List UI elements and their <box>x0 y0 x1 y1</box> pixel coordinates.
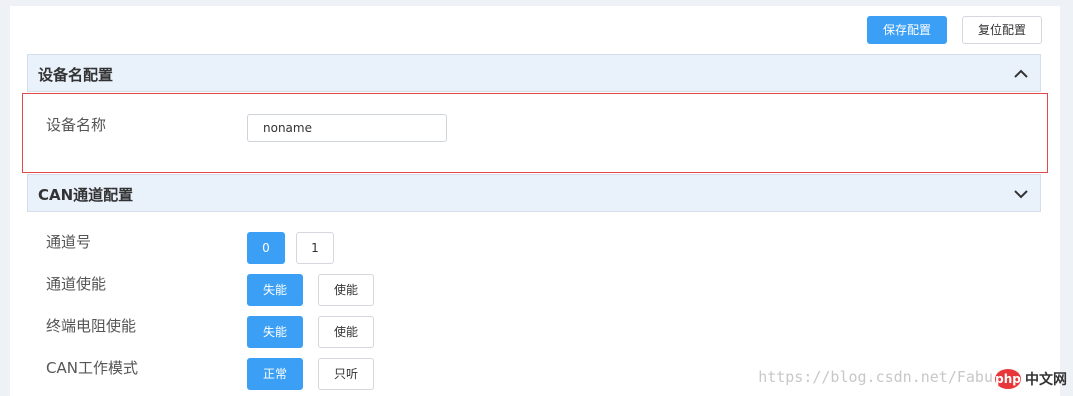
mode-listen-only-option[interactable]: 只听 <box>318 358 374 390</box>
save-config-button[interactable]: 保存配置 <box>867 16 947 44</box>
can-mode-label: CAN工作模式 <box>46 359 138 377</box>
channel-enable-label: 通道使能 <box>46 275 107 293</box>
channel-number-label: 通道号 <box>46 233 92 251</box>
channel-option-0[interactable]: 0 <box>247 232 285 264</box>
chevron-up-icon[interactable] <box>1012 65 1030 83</box>
chevron-down-icon[interactable] <box>1012 185 1030 203</box>
reset-config-button[interactable]: 复位配置 <box>962 16 1042 44</box>
logo-badge: php <box>995 369 1021 389</box>
config-panel: 保存配置 复位配置 设备名配置 设备名称 CAN通道配置 通道号 0 1 通道使… <box>10 6 1060 396</box>
termination-resistor-label: 终端电阻使能 <box>46 317 137 335</box>
highlight-annotation <box>22 93 1048 173</box>
watermark-text: https://blog.csdn.net/Fabu <box>758 368 993 386</box>
channel-enable-option[interactable]: 使能 <box>318 274 374 306</box>
can-channel-section-header[interactable]: CAN通道配置 <box>27 174 1041 212</box>
channel-disable-option[interactable]: 失能 <box>247 274 303 306</box>
device-name-section-header[interactable]: 设备名配置 <box>27 54 1041 92</box>
device-name-input[interactable] <box>247 114 447 142</box>
termination-enable-option[interactable]: 使能 <box>318 316 374 348</box>
device-name-label: 设备名称 <box>46 116 107 134</box>
mode-normal-option[interactable]: 正常 <box>247 358 303 390</box>
logo-text: 中文网 <box>1025 372 1067 388</box>
section-title: CAN通道配置 <box>38 186 134 204</box>
channel-option-1[interactable]: 1 <box>296 232 334 264</box>
php-cn-logo: php 中文网 <box>995 368 1067 390</box>
termination-disable-option[interactable]: 失能 <box>247 316 303 348</box>
section-title: 设备名配置 <box>38 66 114 84</box>
